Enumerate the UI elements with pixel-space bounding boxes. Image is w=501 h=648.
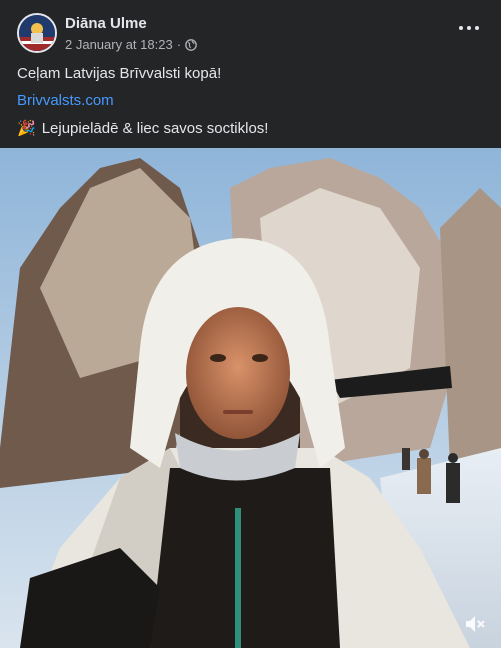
more-dot-icon bbox=[475, 26, 479, 30]
post-header: Diāna Ulme 2 January at 18:23 · bbox=[0, 0, 501, 58]
post-meta: 2 January at 18:23 · bbox=[65, 37, 197, 52]
facebook-post: Diāna Ulme 2 January at 18:23 · Ceļam La… bbox=[0, 0, 501, 648]
post-timestamp[interactable]: 2 January at 18:23 bbox=[65, 37, 173, 52]
more-dot-icon bbox=[467, 26, 471, 30]
post-link[interactable]: Brivvalsts.com bbox=[17, 92, 114, 109]
meta-separator: · bbox=[176, 37, 182, 52]
more-dot-icon bbox=[459, 26, 463, 30]
post-text-line: 🎉 Lejupielādē & liec savos soctiklos! bbox=[17, 119, 268, 137]
speaker-muted-icon[interactable] bbox=[463, 612, 487, 636]
globe-icon[interactable] bbox=[185, 38, 197, 51]
post-text-line: Ceļam Latvijas Brīvvalsti kopā! bbox=[17, 65, 222, 82]
more-options-button[interactable] bbox=[459, 22, 479, 34]
author-avatar[interactable] bbox=[17, 13, 57, 53]
post-text-download: Lejupielādē & liec savos soctiklos! bbox=[41, 120, 269, 137]
post-video[interactable] bbox=[0, 148, 501, 648]
party-popper-icon: 🎉 bbox=[17, 120, 36, 137]
author-name[interactable]: Diāna Ulme bbox=[65, 15, 147, 32]
